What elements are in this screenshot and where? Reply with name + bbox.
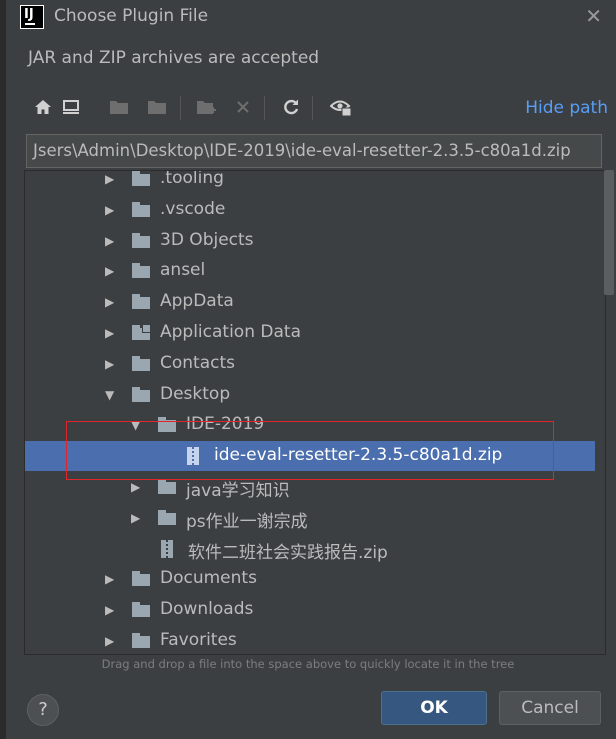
dialog-title: Choose Plugin File — [54, 6, 209, 26]
tree-row[interactable]: ▶ .vscode — [25, 195, 595, 225]
refresh-icon[interactable] — [278, 94, 304, 120]
folder-icon — [132, 263, 150, 279]
collapsed-arrow-icon[interactable]: ▶ — [105, 256, 119, 286]
project-folder-icon[interactable] — [106, 94, 132, 120]
folder-icon — [158, 509, 176, 525]
tree-item-label: ide-eval-resetter-2.3.5-c80a1d.zip — [214, 445, 503, 466]
tree-row[interactable]: ▶ java学习知识 — [25, 472, 595, 502]
tree-row[interactable]: ▶ .tooling — [25, 170, 595, 194]
folder-link-icon — [132, 324, 151, 340]
tree-item-label: .vscode — [160, 198, 226, 219]
folder-icon — [132, 571, 150, 587]
tree-row[interactable]: ▼ IDE-2019 — [25, 410, 595, 440]
desktop-icon[interactable] — [58, 94, 84, 120]
tree-row[interactable]: ▶ ansel — [25, 256, 595, 286]
tree-item-label: Downloads — [160, 599, 254, 620]
tree-row[interactable]: ▶ AppData — [25, 287, 595, 317]
collapsed-arrow-icon[interactable]: ▶ — [131, 472, 145, 502]
folder-icon — [132, 386, 150, 402]
new-folder-icon[interactable] — [194, 94, 220, 120]
tree-item-label: Documents — [160, 568, 257, 589]
path-input[interactable]: Jsers\Admin\Desktop\IDE-2019\ide-eval-re… — [26, 134, 602, 168]
tree-row[interactable]: ▶ Documents — [25, 564, 595, 594]
collapsed-arrow-icon[interactable]: ▶ — [105, 171, 119, 194]
collapsed-arrow-icon[interactable]: ▶ — [105, 595, 119, 625]
folder-icon — [132, 201, 150, 217]
window-edge — [0, 0, 6, 739]
tree-item-label: .tooling — [160, 170, 224, 188]
collapsed-arrow-icon[interactable]: ▶ — [105, 626, 119, 654]
cancel-button[interactable]: Cancel — [499, 691, 601, 725]
tree-item-label: 软件二班社会实践报告.zip — [188, 542, 388, 563]
zip-archive-icon — [161, 539, 173, 558]
tree-row[interactable]: ▼ Desktop — [25, 380, 595, 410]
close-icon[interactable]: ✕ — [585, 4, 602, 28]
tree-item-label: ps作业一谢宗成 — [186, 511, 308, 532]
tree-item-label: ansel — [160, 260, 206, 281]
hide-path-link[interactable]: Hide path — [525, 98, 608, 118]
tree-row[interactable]: ▶ Favorites — [25, 626, 595, 654]
delete-icon[interactable] — [230, 94, 256, 120]
toolbar-separator — [264, 96, 265, 120]
zip-archive-icon — [187, 447, 199, 466]
tree-item-label: Application Data — [160, 322, 301, 342]
toolbar-separator — [180, 96, 181, 120]
expanded-arrow-icon[interactable]: ▼ — [105, 380, 119, 410]
drag-drop-hint: Drag and drop a file into the space abov… — [101, 657, 515, 671]
tree-row[interactable]: ide-eval-resetter-2.3.5-c80a1d.zip — [25, 441, 595, 472]
tree-item-label: java学习知识 — [186, 481, 290, 501]
file-chooser-toolbar: Hide path — [22, 92, 612, 126]
tree-row[interactable]: ▶ Downloads — [25, 595, 595, 625]
tree-item-label: AppData — [160, 291, 234, 312]
tree-item-label: Contacts — [160, 352, 235, 373]
show-hidden-icon[interactable] — [328, 94, 354, 120]
folder-icon — [158, 417, 176, 433]
home-icon[interactable] — [30, 94, 56, 120]
tree-item-label: 3D Objects — [160, 229, 254, 250]
tree-row[interactable]: 软件二班社会实践报告.zip — [25, 534, 595, 564]
tree-item-label: IDE-2019 — [186, 414, 265, 435]
collapsed-arrow-icon[interactable]: ▶ — [105, 226, 119, 256]
collapsed-arrow-icon[interactable]: ▶ — [105, 318, 119, 348]
folder-icon — [132, 232, 150, 248]
expanded-arrow-icon[interactable]: ▼ — [131, 410, 145, 440]
ok-button[interactable]: OK — [381, 691, 487, 725]
tree-scrollbar[interactable] — [604, 170, 614, 295]
toolbar-separator — [312, 96, 313, 120]
collapsed-arrow-icon[interactable]: ▶ — [131, 503, 145, 533]
title-bar: IJ Choose Plugin File ✕ — [6, 0, 616, 34]
tree-row[interactable]: ▶ Application Data — [25, 318, 595, 348]
collapsed-arrow-icon[interactable]: ▶ — [105, 195, 119, 225]
folder-icon — [132, 602, 150, 618]
tree-row[interactable]: ▶ 3D Objects — [25, 226, 595, 256]
collapsed-arrow-icon[interactable]: ▶ — [105, 349, 119, 379]
dialog-description: JAR and ZIP archives are accepted — [28, 48, 320, 68]
folder-icon — [132, 294, 150, 310]
collapsed-arrow-icon[interactable]: ▶ — [105, 564, 119, 594]
tree-item-label: Favorites — [160, 630, 237, 650]
file-tree[interactable]: ▶ .tooling ▶ .vscode ▶ 3D Objects ▶ ansel ▶ AppDa… — [24, 170, 606, 655]
folder-icon — [132, 171, 150, 186]
tree-row[interactable]: ▶ ps作业一谢宗成 — [25, 503, 595, 533]
intellij-app-icon: IJ — [20, 5, 44, 29]
collapsed-arrow-icon[interactable]: ▶ — [105, 287, 119, 317]
folder-icon — [158, 479, 176, 494]
folder-icon — [132, 633, 150, 648]
folder-icon — [132, 355, 150, 371]
tree-row[interactable]: ▶ Contacts — [25, 349, 595, 379]
help-button[interactable]: ? — [27, 694, 59, 726]
tree-item-label: Desktop — [160, 383, 231, 404]
module-folder-icon[interactable] — [144, 94, 170, 120]
